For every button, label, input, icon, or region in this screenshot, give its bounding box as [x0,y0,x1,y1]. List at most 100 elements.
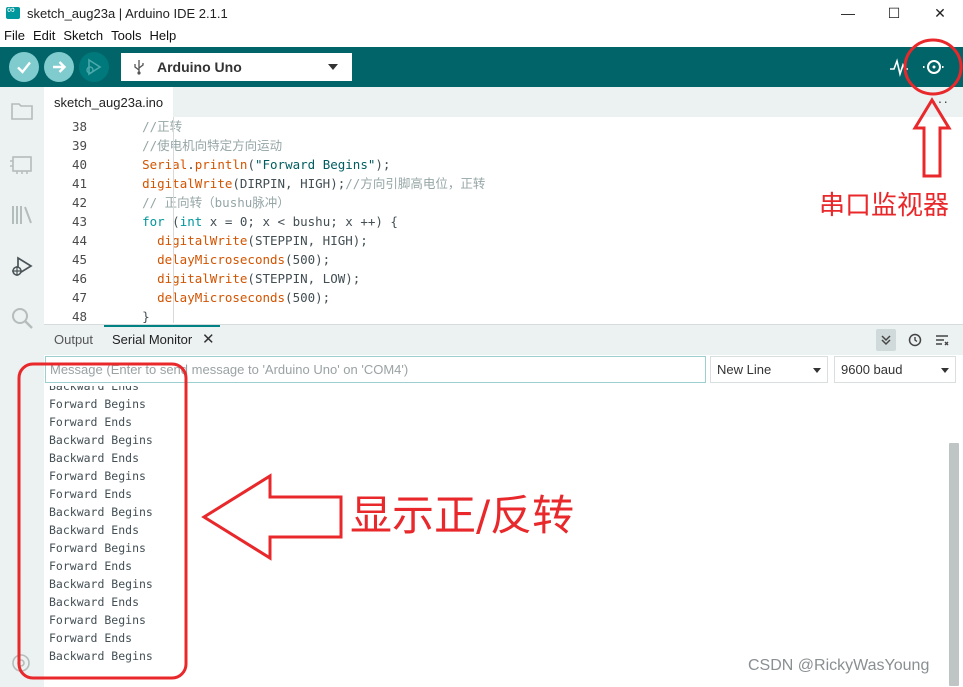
line-number: 39 [71,138,87,153]
window-controls: — ☐ ✕ [825,0,963,26]
tab-serial-monitor[interactable]: Serial Monitor [112,332,192,347]
output-scrollbar[interactable] [947,386,963,686]
tab-output[interactable]: Output [54,332,93,347]
code-line: 46 digitalWrite(STEPPIN, LOW); [44,269,963,288]
code-token: int [179,214,203,229]
serial-monitor-icon[interactable] [922,56,946,78]
code-text: //使电机向特定方向运动 [88,136,282,155]
toolbar: Arduino Uno [0,47,963,87]
close-window-button[interactable]: ✕ [917,0,963,26]
arduino-logo-icon [6,4,20,19]
serial-output-line: Forward Ends [49,631,133,645]
watermark: CSDN @RickyWasYoung [748,657,930,674]
serial-plotter-icon[interactable] [889,57,909,77]
search-icon[interactable] [8,304,36,332]
debug-icon [86,58,102,76]
code-token: "Forward Begins" [254,157,376,172]
code-token: (500); [285,290,331,305]
clock-icon [908,333,922,347]
baud-rate-select[interactable]: 9600 baud [834,356,956,383]
minimize-button[interactable]: — [825,0,871,26]
code-line: 38 //正转 [44,117,963,136]
code-token: // 正向转（bushu脉冲） [142,195,290,210]
code-token: Serial [142,157,188,172]
clear-list-icon [936,335,949,346]
tab-sketch-file[interactable]: sketch_aug23a.ino [44,87,173,117]
active-tab-indicator [104,325,220,327]
line-number: 38 [71,119,87,134]
chevron-down-icon [813,368,821,373]
code-token: //使电机向特定方向运动 [142,138,283,153]
library-manager-icon[interactable] [8,201,36,229]
code-text: delayMicroseconds(500); [88,250,330,269]
serial-message-input[interactable] [45,356,706,383]
code-line: 44 digitalWrite(STEPPIN, HIGH); [44,231,963,250]
chevron-down-icon [941,368,949,373]
line-number: 45 [71,252,87,267]
close-serial-monitor-icon[interactable]: ✕ [202,330,215,348]
debug-sidebar-icon[interactable] [8,253,36,281]
serial-monitor-annotation-label: 串口监视器 [819,191,950,221]
more-options-icon[interactable]: ··· [932,93,949,109]
menu-sketch[interactable]: Sketch [59,28,107,46]
indent-guide [173,117,174,323]
serial-output-line: Forward Ends [49,415,133,429]
boards-manager-icon[interactable] [8,150,36,178]
code-line: 40 Serial.println("Forward Begins"); [44,155,963,174]
serial-input-row: New Line 9600 baud [44,355,963,386]
code-token: //方向引脚高电位，正转 [345,176,486,191]
code-token: delayMicroseconds [157,252,286,267]
timestamp-button[interactable] [905,329,925,351]
upload-icon [53,61,67,73]
code-text: digitalWrite(STEPPIN, HIGH); [88,231,368,250]
code-token: ( [247,157,255,172]
scrollbar-thumb[interactable] [949,443,959,686]
autoscroll-button[interactable] [876,329,896,351]
code-text: for (int x = 0; x < bushu; x ++) { [88,212,398,231]
code-token: x = 0; x < bushu; x ++) { [202,214,398,229]
direction-annotation-label: 显示正/反转 [350,491,575,540]
line-number: 48 [71,309,87,323]
menu-edit[interactable]: Edit [29,28,59,46]
serial-output-line: Backward Ends [49,386,140,393]
code-line: 39 //使电机向特定方向运动 [44,136,963,155]
sketchbook-folder-icon[interactable] [8,97,36,125]
line-ending-select[interactable]: New Line [710,356,828,383]
line-number: 46 [71,271,87,286]
serial-output-line: Backward Begins [49,577,153,591]
clear-output-button[interactable] [932,329,952,351]
code-token: (DIRPIN, HIGH); [232,176,346,191]
menu-tools[interactable]: Tools [107,28,145,46]
maximize-button[interactable]: ☐ [871,0,917,26]
upload-button[interactable] [44,52,74,82]
bottom-panel-tabs: Output Serial Monitor ✕ [44,324,963,355]
debug-button[interactable] [79,52,109,82]
code-text: digitalWrite(STEPPIN, LOW); [88,269,360,288]
board-name: Arduino Uno [157,59,242,75]
code-token: (500); [285,252,331,267]
profile-icon[interactable] [10,652,32,674]
line-number: 42 [71,195,87,210]
code-line: 48 } [44,307,963,323]
code-line: 45 delayMicroseconds(500); [44,250,963,269]
serial-output-line: Backward Ends [49,451,140,465]
menu-file[interactable]: File [0,28,29,46]
title-bar: sketch_aug23a | Arduino IDE 2.1.1 — ☐ ✕ [0,0,963,26]
code-line: 47 delayMicroseconds(500); [44,288,963,307]
code-text: digitalWrite(DIRPIN, HIGH);//方向引脚高电位，正转 [88,174,485,193]
code-token: digitalWrite [142,176,233,191]
code-token: digitalWrite [157,233,248,248]
board-selector[interactable]: Arduino Uno [121,53,352,81]
code-text: // 正向转（bushu脉冲） [88,193,290,212]
verify-button[interactable] [9,52,39,82]
code-token: (STEPPIN, LOW); [247,271,361,286]
line-number: 41 [71,176,87,191]
menu-help[interactable]: Help [145,28,180,46]
